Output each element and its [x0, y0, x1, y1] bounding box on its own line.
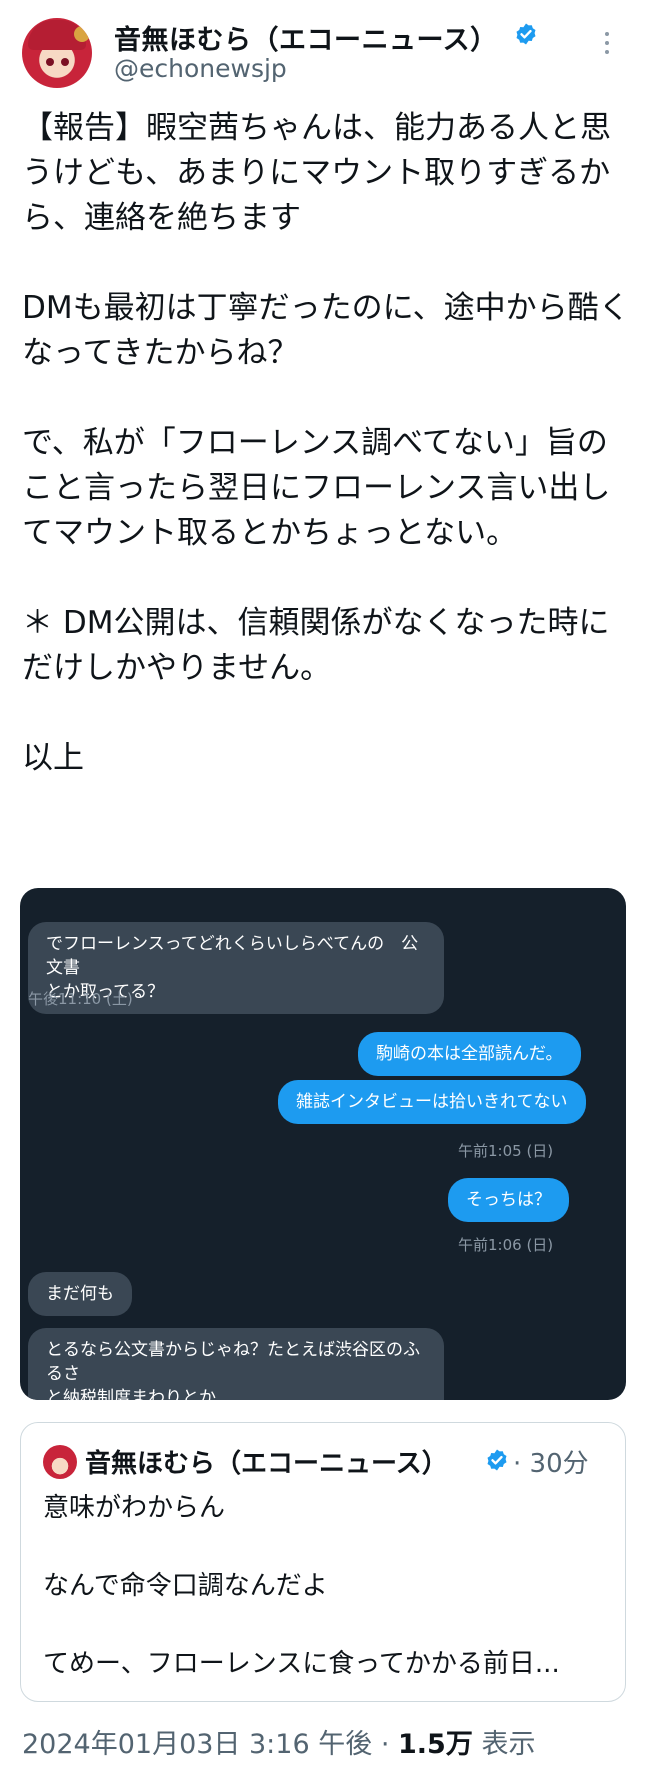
dm-message-sent: 雑誌インタビューは拾いきれてない — [278, 1080, 586, 1124]
quoted-text: 意味がわからん なんで命令口調なんだよ てめー、フローレンスに食ってかかる前日.… — [43, 1493, 560, 1679]
dm-timestamp: 午前1:06 (日) — [458, 1236, 554, 1254]
tweet-header: 音無ほむら（エコーニュース） @echonewsjp — [0, 0, 646, 100]
meta-separator: · — [380, 1729, 390, 1760]
verified-badge-icon — [516, 23, 536, 45]
dm-message-received: とるなら公文書からじゃね？たとえば渋谷区のふるさ と納税制度まわりとか — [28, 1328, 444, 1400]
author-handle[interactable]: @echonewsjp — [114, 54, 287, 83]
author-avatar[interactable] — [22, 18, 92, 88]
quoted-author-avatar — [43, 1445, 77, 1479]
author-display-name[interactable]: 音無ほむら（エコーニュース） — [114, 18, 498, 57]
tweet-date[interactable]: 2024年01月03日 3:16 午後 — [22, 1729, 372, 1760]
quoted-time: · 30分 — [513, 1449, 589, 1479]
dm-message-sent: 駒崎の本は全部読んだ。 — [358, 1032, 581, 1076]
more-options-icon[interactable] — [602, 32, 612, 62]
views-count: 1.5万 — [398, 1729, 473, 1760]
dm-timestamp: 午前1:05 (日) — [458, 1142, 554, 1160]
quoted-tweet[interactable]: 音無ほむら（エコーニュース） · 30分 意味がわからん なんで命令口調なんだよ… — [20, 1422, 626, 1702]
tweet-text: 【報告】暇空茜ちゃんは、能力ある人と思うけども、あまりにマウント取りすぎるから、… — [22, 110, 630, 776]
quoted-author-name: 音無ほむら（エコーニュース） — [85, 1449, 448, 1479]
verified-badge-icon — [487, 1449, 507, 1471]
tweet-meta: 2024年01月03日 3:16 午後 · 1.5万 表示 — [22, 1722, 535, 1761]
dm-timestamp: 午後11:10 (土) — [28, 990, 133, 1008]
dm-message-received: まだ何も — [28, 1272, 132, 1316]
dm-screenshot-image[interactable]: でフローレンスってどれくらいしらべてんの 公文書 とか取ってる？ 午後11:10… — [20, 888, 626, 1400]
dm-message-sent: そっちは？ — [448, 1178, 569, 1222]
views-label: 表示 — [481, 1729, 536, 1760]
